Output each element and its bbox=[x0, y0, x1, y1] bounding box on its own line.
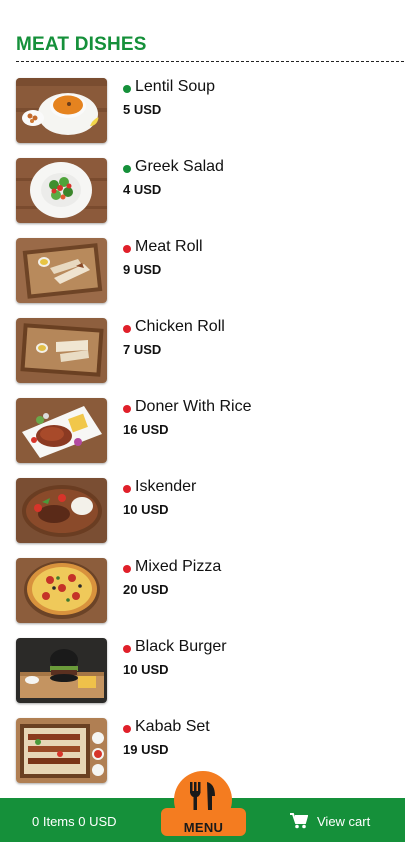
iskender-photo bbox=[16, 478, 107, 543]
shopping-cart-icon bbox=[290, 813, 308, 829]
greek-salad-photo bbox=[16, 158, 107, 223]
menu-list: Lentil Soup 5 USD Greek Salad 4 USD Meat… bbox=[0, 78, 405, 798]
availability-dot bbox=[123, 405, 131, 413]
menu-item-mixed-pizza[interactable]: Mixed Pizza 20 USD bbox=[0, 558, 405, 638]
menu-label: MENU bbox=[183, 820, 224, 835]
section-title: MEAT DISHES bbox=[16, 34, 147, 55]
meat-roll-photo bbox=[16, 238, 107, 303]
section-divider bbox=[16, 61, 404, 62]
menu-item-iskender[interactable]: Iskender 10 USD bbox=[0, 478, 405, 558]
item-price: 5 USD bbox=[123, 102, 162, 117]
item-name: Kabab Set bbox=[135, 718, 210, 735]
menu-item-black-burger[interactable]: Black Burger 10 USD bbox=[0, 638, 405, 718]
kabab-photo bbox=[16, 718, 107, 783]
menu-item-doner-with-rice[interactable]: Doner With Rice 16 USD bbox=[0, 398, 405, 478]
lentil-soup-photo bbox=[16, 78, 107, 143]
item-price: 10 USD bbox=[123, 662, 169, 677]
status-bar bbox=[0, 0, 405, 14]
item-price: 19 USD bbox=[123, 742, 169, 757]
item-name: Iskender bbox=[135, 478, 197, 495]
doner-rice-photo bbox=[16, 398, 107, 463]
menu-item-meat-roll[interactable]: Meat Roll 9 USD bbox=[0, 238, 405, 318]
chicken-roll-photo bbox=[16, 318, 107, 383]
availability-dot bbox=[123, 725, 131, 733]
item-name: Lentil Soup bbox=[135, 78, 216, 95]
view-cart-button[interactable]: View cart bbox=[290, 812, 370, 830]
item-price: 16 USD bbox=[123, 422, 169, 437]
item-name: Greek Salad bbox=[135, 158, 224, 175]
item-price: 9 USD bbox=[123, 262, 162, 277]
item-name: Meat Roll bbox=[135, 238, 203, 255]
burger-photo bbox=[16, 638, 107, 703]
item-price: 7 USD bbox=[123, 342, 162, 357]
menu-item-greek-salad[interactable]: Greek Salad 4 USD bbox=[0, 158, 405, 238]
item-price: 20 USD bbox=[123, 582, 169, 597]
availability-dot bbox=[123, 325, 131, 333]
item-price: 4 USD bbox=[123, 182, 162, 197]
pizza-photo bbox=[16, 558, 107, 623]
item-price: 10 USD bbox=[123, 502, 169, 517]
item-name: Black Burger bbox=[135, 638, 227, 655]
fork-knife-icon bbox=[190, 782, 215, 810]
item-name: Mixed Pizza bbox=[135, 558, 222, 575]
availability-dot bbox=[123, 485, 131, 493]
view-cart-label: View cart bbox=[317, 813, 371, 829]
availability-dot bbox=[123, 645, 131, 653]
availability-dot bbox=[123, 245, 131, 253]
availability-dot bbox=[123, 565, 131, 573]
availability-dot bbox=[123, 85, 131, 93]
item-name: Doner With Rice bbox=[135, 398, 252, 415]
cart-summary: 0 Items 0 USD bbox=[32, 814, 117, 829]
item-name: Chicken Roll bbox=[135, 318, 225, 335]
menu-item-chicken-roll[interactable]: Chicken Roll 7 USD bbox=[0, 318, 405, 398]
availability-dot bbox=[123, 165, 131, 173]
menu-item-lentil-soup[interactable]: Lentil Soup 5 USD bbox=[0, 78, 405, 158]
